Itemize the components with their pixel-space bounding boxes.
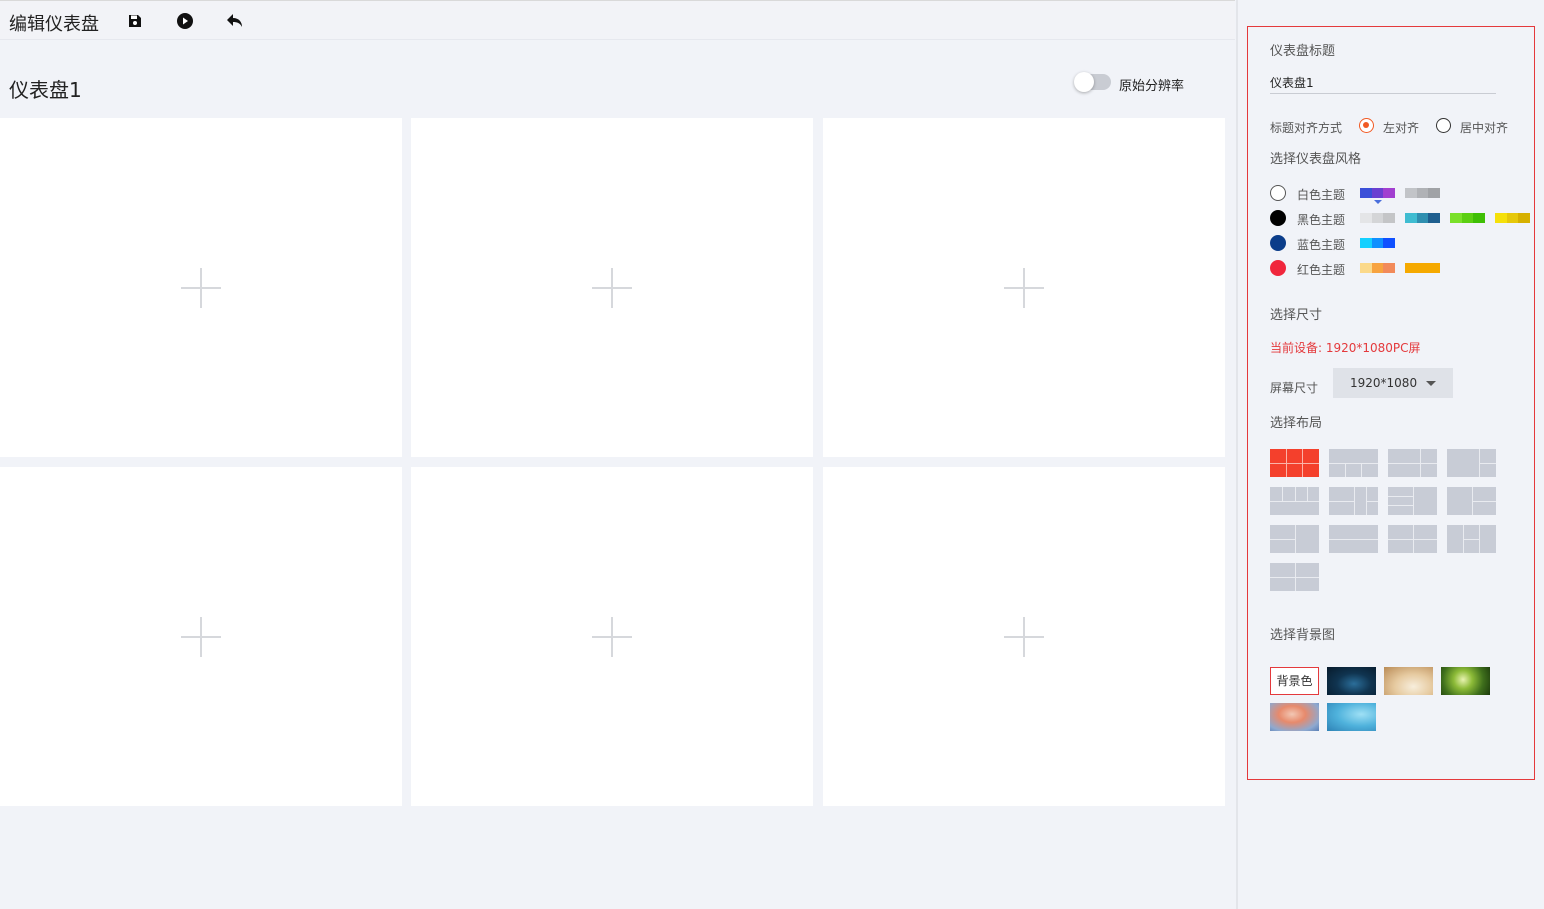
layout-option[interactable] bbox=[1270, 449, 1319, 477]
size-label: 选择尺寸 bbox=[1270, 308, 1323, 323]
play-icon bbox=[177, 13, 193, 29]
add-icon[interactable] bbox=[592, 267, 632, 308]
preview-button[interactable] bbox=[174, 10, 196, 32]
add-icon[interactable] bbox=[592, 616, 632, 657]
panel-slot[interactable] bbox=[411, 118, 813, 457]
theme-radio[interactable] bbox=[1270, 235, 1286, 251]
save-icon bbox=[129, 15, 141, 27]
background-image-option[interactable] bbox=[1327, 667, 1376, 695]
title-align-label: 标题对齐方式 bbox=[1270, 121, 1343, 135]
layout-option[interactable] bbox=[1388, 449, 1437, 477]
layout-option[interactable] bbox=[1329, 487, 1378, 515]
layout-option[interactable] bbox=[1388, 525, 1437, 553]
align-center-radio[interactable] bbox=[1436, 118, 1451, 133]
current-device: 当前设备: 1920*1080PC屏 bbox=[1270, 341, 1421, 355]
panel-slot[interactable] bbox=[0, 467, 402, 806]
layout-label: 选择布局 bbox=[1270, 416, 1323, 431]
palette-swatch[interactable] bbox=[1450, 213, 1486, 223]
top-toolbar: 编辑仪表盘 bbox=[0, 0, 1235, 40]
dashboard-title-label: 仪表盘标题 bbox=[1270, 44, 1336, 59]
screen-size-select[interactable]: 1920*1080 bbox=[1333, 368, 1453, 398]
app-title: 编辑仪表盘 bbox=[9, 14, 99, 35]
palette-swatch[interactable] bbox=[1405, 263, 1441, 273]
layout-option[interactable] bbox=[1447, 487, 1496, 515]
palette-swatch[interactable] bbox=[1495, 213, 1531, 223]
undo-button[interactable] bbox=[224, 10, 246, 32]
theme-label: 白色主题 bbox=[1297, 188, 1346, 202]
palette-swatch[interactable] bbox=[1405, 213, 1441, 223]
screen-size-label: 屏幕尺寸 bbox=[1270, 381, 1319, 395]
theme-radio[interactable] bbox=[1270, 185, 1286, 201]
theme-label: 黑色主题 bbox=[1297, 213, 1346, 227]
layout-option[interactable] bbox=[1447, 525, 1496, 553]
align-center-label: 居中对齐 bbox=[1460, 121, 1509, 135]
add-icon[interactable] bbox=[1004, 267, 1044, 308]
layout-option[interactable] bbox=[1270, 525, 1319, 553]
settings-panel: 仪表盘标题 标题对齐方式 左对齐 居中对齐 选择仪表盘风格 白色主题黑色主题蓝色… bbox=[1247, 26, 1535, 780]
layout-option[interactable] bbox=[1270, 487, 1319, 515]
panel-slot[interactable] bbox=[823, 118, 1225, 457]
theme-label: 蓝色主题 bbox=[1297, 238, 1346, 252]
background-image-option[interactable] bbox=[1384, 667, 1433, 695]
selected-palette-indicator bbox=[1374, 200, 1382, 204]
chevron-down-icon bbox=[1426, 381, 1436, 386]
theme-label: 红色主题 bbox=[1297, 263, 1346, 277]
undo-icon bbox=[227, 14, 242, 27]
dashboard-title-input[interactable] bbox=[1270, 72, 1496, 94]
background-image-option[interactable] bbox=[1441, 667, 1490, 695]
align-left-label: 左对齐 bbox=[1383, 121, 1420, 135]
panel-slot[interactable] bbox=[823, 467, 1225, 806]
original-resolution-label: 原始分辨率 bbox=[1119, 79, 1185, 94]
palette-swatch[interactable] bbox=[1360, 188, 1396, 198]
style-label: 选择仪表盘风格 bbox=[1270, 152, 1362, 167]
palette-swatch[interactable] bbox=[1360, 213, 1396, 223]
palette-swatch[interactable] bbox=[1360, 263, 1396, 273]
theme-radio[interactable] bbox=[1270, 260, 1286, 276]
palette-swatch[interactable] bbox=[1405, 188, 1441, 198]
layout-option[interactable] bbox=[1388, 487, 1437, 515]
background-label: 选择背景图 bbox=[1270, 628, 1336, 643]
layout-option[interactable] bbox=[1329, 449, 1378, 477]
panel-slot[interactable] bbox=[411, 467, 813, 806]
add-icon[interactable] bbox=[1004, 616, 1044, 657]
layout-option[interactable] bbox=[1447, 449, 1496, 477]
background-image-option[interactable] bbox=[1270, 703, 1319, 731]
add-icon[interactable] bbox=[181, 616, 221, 657]
dashboard-title: 仪表盘1 bbox=[9, 78, 82, 102]
palette-swatch[interactable] bbox=[1360, 238, 1396, 248]
align-left-radio[interactable] bbox=[1359, 118, 1374, 133]
theme-radio[interactable] bbox=[1270, 210, 1286, 226]
background-image-option[interactable] bbox=[1327, 703, 1376, 731]
original-resolution-toggle[interactable] bbox=[1074, 72, 1111, 92]
panel-slot[interactable] bbox=[0, 118, 402, 457]
layout-option[interactable] bbox=[1270, 563, 1319, 591]
layout-option[interactable] bbox=[1329, 525, 1378, 553]
add-icon[interactable] bbox=[181, 267, 221, 308]
save-button[interactable] bbox=[124, 10, 146, 32]
background-color-option[interactable]: 背景色 bbox=[1270, 667, 1319, 695]
screen-size-value: 1920*1080 bbox=[1350, 376, 1418, 390]
